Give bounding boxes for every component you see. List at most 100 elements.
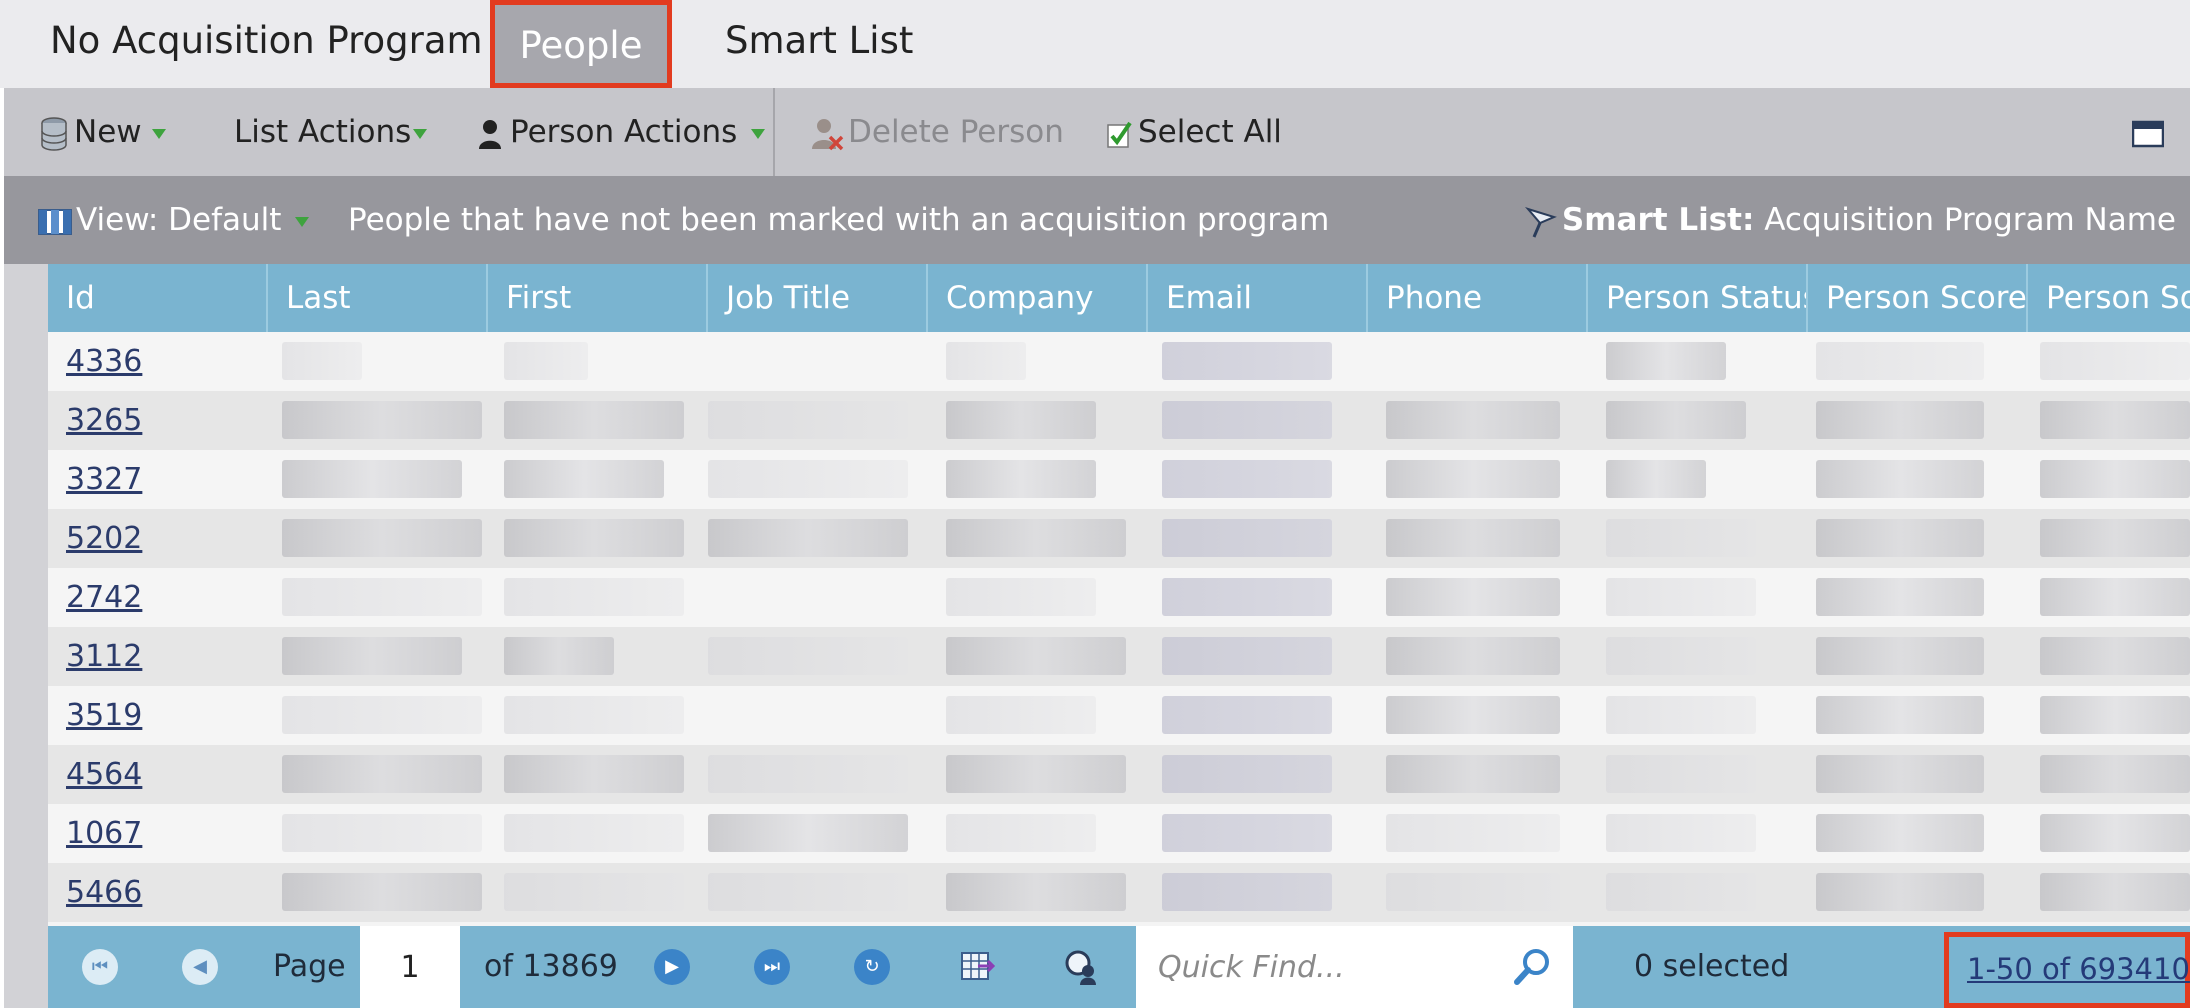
person-id-link[interactable]: 2742 <box>66 568 142 627</box>
redacted-cell <box>282 578 482 616</box>
redacted-cell <box>1816 873 1984 911</box>
redacted-cell <box>946 814 1096 852</box>
quick-find-input[interactable] <box>1136 926 1573 1008</box>
redacted-cell <box>708 873 908 911</box>
redacted-cell <box>946 460 1096 498</box>
delete-person-icon <box>812 118 844 150</box>
next-page-button[interactable]: ▶ <box>654 949 690 985</box>
redacted-cell <box>1816 401 1984 439</box>
redacted-cell <box>1606 696 1756 734</box>
person-actions-button[interactable]: Person Actions <box>478 88 766 176</box>
delete-person-button[interactable]: Delete Person <box>810 88 1064 176</box>
person-id-link[interactable]: 3327 <box>66 450 142 509</box>
person-id-link[interactable]: 4564 <box>66 745 142 804</box>
tab-people[interactable]: People <box>490 0 672 88</box>
redacted-cell <box>1816 814 1984 852</box>
redacted-cell <box>946 696 1096 734</box>
page-label: Page <box>273 949 346 984</box>
table-row[interactable]: 2742 <box>48 568 2190 627</box>
redacted-cell <box>1606 519 1756 557</box>
column-header-company[interactable]: Company <box>928 264 1148 332</box>
column-header-job-title[interactable]: Job Title <box>708 264 928 332</box>
select-all-label: Select All <box>1138 114 1282 150</box>
redacted-cell <box>1816 696 1984 734</box>
table-row[interactable]: 3112 <box>48 627 2190 686</box>
last-page-button[interactable]: ⏭ <box>754 949 790 985</box>
redacted-cell <box>2040 401 2190 439</box>
view-selector[interactable]: View: Default <box>38 176 310 264</box>
dropdown-arrow-icon <box>151 128 166 139</box>
dropdown-arrow-icon <box>751 128 766 139</box>
redacted-cell <box>1162 755 1332 793</box>
redacted-cell <box>1386 696 1560 734</box>
select-all-button[interactable]: Select All <box>1106 88 1282 176</box>
redacted-cell <box>1606 637 1756 675</box>
person-id-link[interactable]: 5466 <box>66 863 142 922</box>
record-range-highlight: 1-50 of 693410 <box>1944 932 2190 1008</box>
redacted-cell <box>282 696 482 734</box>
refresh-icon: ↻ <box>864 956 880 977</box>
redacted-cell <box>282 873 482 911</box>
tab-no-acquisition-program[interactable]: No Acquisition Program <box>50 0 483 88</box>
view-columns-icon <box>38 208 72 235</box>
table-row[interactable]: 3265 <box>48 391 2190 450</box>
view-label: View: Default <box>76 202 282 238</box>
redacted-cell <box>708 814 908 852</box>
find-person-button[interactable] <box>1062 947 1102 987</box>
column-header-email[interactable]: Email <box>1148 264 1368 332</box>
quick-find-search-button[interactable] <box>1513 947 1553 987</box>
table-row[interactable]: 5202 <box>48 509 2190 568</box>
table-row[interactable]: 1067 <box>48 804 2190 863</box>
table-row[interactable]: 3327 <box>48 450 2190 509</box>
first-page-button[interactable]: ⏮ <box>82 949 118 985</box>
column-header-person-score[interactable]: Person Score <box>1808 264 2028 332</box>
column-header-person-source[interactable]: Person So <box>2028 264 2190 332</box>
window-maximize-button[interactable] <box>2131 88 2165 176</box>
person-id-link[interactable]: 3112 <box>66 627 142 686</box>
column-header-phone[interactable]: Phone <box>1368 264 1588 332</box>
person-id-link[interactable]: 4336 <box>66 332 142 391</box>
previous-page-button[interactable]: ◀ <box>182 949 218 985</box>
column-header-id[interactable]: Id <box>48 264 268 332</box>
redacted-cell <box>504 519 684 557</box>
column-header-person-status[interactable]: Person Status <box>1588 264 1808 332</box>
page-number-input[interactable] <box>360 926 460 1008</box>
redacted-cell <box>504 578 684 616</box>
table-row[interactable]: 5466 <box>48 863 2190 922</box>
column-header-first[interactable]: First <box>488 264 708 332</box>
person-id-link[interactable]: 3519 <box>66 686 142 745</box>
toolbar: New List Actions Person Actions Delete P… <box>4 88 2190 176</box>
list-description: People that have not been marked with an… <box>348 202 1330 238</box>
last-page-icon: ⏭ <box>763 956 781 977</box>
redacted-cell <box>2040 873 2190 911</box>
smart-list-info: Smart List: Acquisition Program Name <box>1524 176 2176 264</box>
table-row[interactable]: 4336 <box>48 332 2190 391</box>
person-id-link[interactable]: 5202 <box>66 509 142 568</box>
redacted-cell <box>946 578 1096 616</box>
tab-smart-list[interactable]: Smart List <box>725 0 913 88</box>
export-button[interactable] <box>960 949 996 985</box>
redacted-cell <box>1606 755 1756 793</box>
person-search-icon <box>1065 950 1096 985</box>
table-row[interactable]: 3519 <box>48 686 2190 745</box>
redacted-cell <box>282 755 482 793</box>
redacted-cell <box>2040 342 2190 380</box>
redacted-cell <box>1386 755 1560 793</box>
selected-count: 0 selected <box>1634 949 1790 984</box>
redacted-cell <box>1606 873 1756 911</box>
column-header-last[interactable]: Last <box>268 264 488 332</box>
search-icon <box>1514 949 1549 985</box>
refresh-button[interactable]: ↻ <box>854 949 890 985</box>
table-row[interactable]: 4564 <box>48 745 2190 804</box>
new-button[interactable]: New <box>40 88 166 176</box>
record-range-link[interactable]: 1-50 of 693410 <box>1967 937 2190 1001</box>
redacted-cell <box>946 873 1126 911</box>
redacted-cell <box>708 637 908 675</box>
redacted-cell <box>1606 578 1756 616</box>
person-id-link[interactable]: 1067 <box>66 804 142 863</box>
redacted-cell <box>504 460 664 498</box>
list-actions-button[interactable]: List Actions <box>234 88 428 176</box>
previous-page-icon: ◀ <box>193 956 207 977</box>
redacted-cell <box>708 460 908 498</box>
person-id-link[interactable]: 3265 <box>66 391 142 450</box>
